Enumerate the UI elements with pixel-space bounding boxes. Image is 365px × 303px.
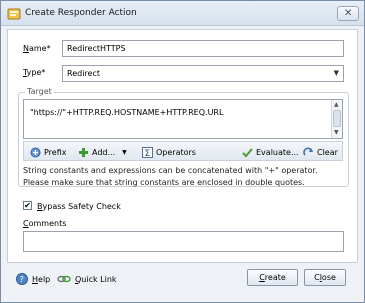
scroll-thumb[interactable] <box>333 110 341 127</box>
evaluate-button[interactable]: Evaluate... <box>242 145 299 159</box>
clear-button[interactable]: Clear <box>303 145 338 159</box>
name-input[interactable]: RedirectHTTPS <box>62 40 344 57</box>
title-bar[interactable]: Create Responder Action ✕ <box>1 1 364 26</box>
target-expression-text: "https://"+HTTP.REQ.HOSTNAME+HTTP.REQ.UR… <box>30 108 224 117</box>
add-icon <box>79 147 88 157</box>
comments-label-text: omments <box>28 219 67 228</box>
chevron-down-icon: ▼ <box>333 69 339 77</box>
comments-input[interactable] <box>23 231 344 252</box>
prefix-button[interactable]: Prefix <box>30 145 67 159</box>
operators-label: Operators <box>156 147 196 157</box>
target-expression-input[interactable]: "https://"+HTTP.REQ.HOSTNAME+HTTP.REQ.UR… <box>23 99 343 139</box>
comments-label: Comments <box>23 219 67 228</box>
add-label: Add... <box>92 147 116 157</box>
help-label: Help <box>32 274 51 284</box>
expression-toolbar: Prefix Add... ▼ Σ Operators Evaluate... … <box>23 141 343 161</box>
close-button-label: ose <box>321 273 336 282</box>
bypass-safety-checkbox[interactable]: ✔ <box>23 201 32 210</box>
evaluate-icon <box>242 147 253 157</box>
window-title: Create Responder Action <box>25 8 137 18</box>
quick-link-label: Quick Link <box>75 274 117 284</box>
close-button[interactable]: Close <box>304 269 346 286</box>
quick-link-icon <box>57 275 71 283</box>
bypass-safety-label: Bypass Safety Check <box>37 202 121 211</box>
create-button-label: reate <box>264 273 286 282</box>
clear-icon <box>303 147 313 156</box>
quick-link-label-text: uick Link <box>81 274 117 284</box>
close-icon: ✕ <box>344 8 353 19</box>
clear-label: Clear <box>317 147 338 157</box>
type-label: Type* <box>23 68 46 77</box>
svg-text:?: ? <box>20 275 24 284</box>
prefix-icon <box>30 147 41 157</box>
help-icon: ? <box>16 273 28 285</box>
expression-scrollbar[interactable]: ▲ ▼ <box>331 100 342 138</box>
close-window-button[interactable]: ✕ <box>337 6 359 21</box>
create-button[interactable]: Create <box>247 269 298 286</box>
dialog-body: Name* RedirectHTTPS Type* Redirect ▼ Tar… <box>7 29 358 263</box>
operators-icon: Σ <box>142 146 153 158</box>
scroll-down-icon[interactable]: ▼ <box>334 129 339 136</box>
type-label-text: ype* <box>26 68 46 77</box>
scroll-up-icon[interactable]: ▲ <box>334 101 339 108</box>
operators-button[interactable]: Σ Operators <box>142 145 196 159</box>
quick-link[interactable]: Quick Link <box>57 273 117 285</box>
svg-text:Σ: Σ <box>145 149 151 158</box>
add-button[interactable]: Add... ▼ <box>78 145 127 159</box>
prefix-label: Prefix <box>44 147 67 157</box>
type-select-value: Redirect <box>67 69 100 78</box>
help-label-text: elp <box>38 274 51 284</box>
help-link[interactable]: ? Help <box>16 273 50 285</box>
help-text-line-1: String constants and expressions can be … <box>23 166 318 175</box>
target-label: Target <box>25 87 54 96</box>
type-select[interactable]: Redirect ▼ <box>62 65 344 82</box>
bypass-safety-label-text: ypass Safety Check <box>42 202 121 211</box>
add-dropdown-icon: ▼ <box>122 148 127 156</box>
create-responder-action-dialog: Create Responder Action ✕ Name* Redirect… <box>0 0 365 303</box>
evaluate-label: Evaluate... <box>256 147 299 157</box>
name-label-text: ame* <box>28 44 51 53</box>
app-icon <box>7 8 21 20</box>
name-label: Name* <box>23 44 51 53</box>
help-text-line-2: Please make sure that string constants a… <box>23 178 305 187</box>
